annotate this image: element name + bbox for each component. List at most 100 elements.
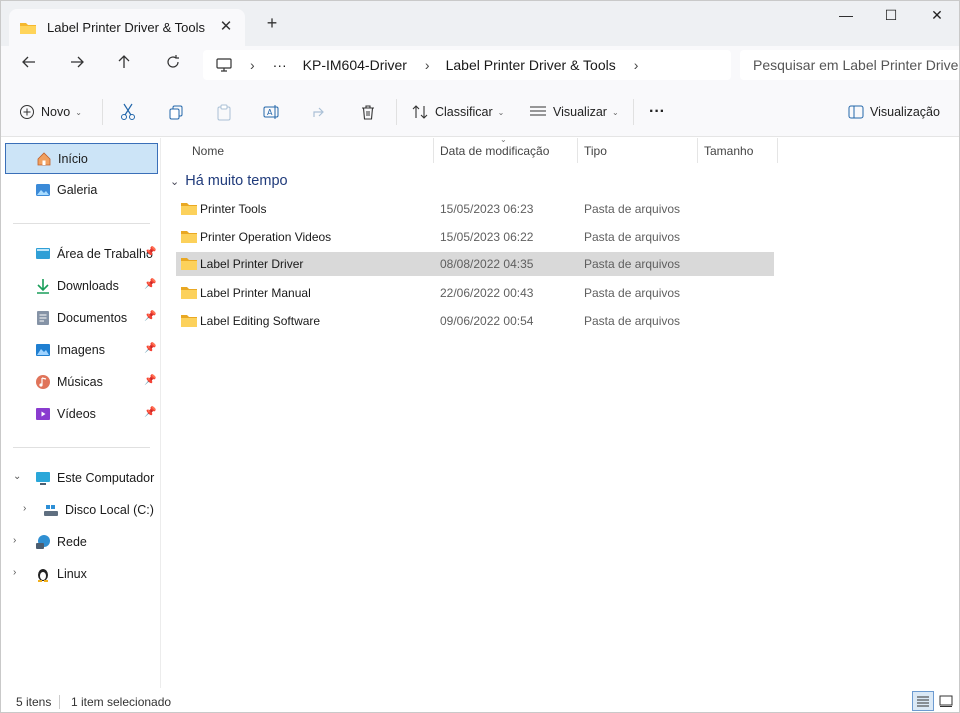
nav-item-galeria[interactable]: Galeria xyxy=(5,175,158,206)
column-header-name[interactable]: Nome xyxy=(192,138,224,163)
tiles-view-button[interactable] xyxy=(935,691,957,711)
column-header-date[interactable]: Data de modificação xyxy=(440,138,549,163)
file-type: Pasta de arquivos xyxy=(584,230,681,244)
view-button[interactable]: Visualizar ⌄ xyxy=(529,101,619,123)
view-label: Visualizar xyxy=(553,105,607,119)
desktop-icon xyxy=(36,248,50,259)
column-header-type[interactable]: Tipo xyxy=(584,138,607,163)
file-date: 08/08/2022 04:35 xyxy=(440,257,534,271)
nav-item-linux[interactable]: › Linux xyxy=(5,559,158,590)
nav-item-inicio[interactable]: Início xyxy=(5,143,158,174)
gallery-icon xyxy=(36,184,50,196)
more-options-button[interactable]: ··· xyxy=(649,101,665,123)
group-header[interactable]: ⌄ Há muito tempo xyxy=(170,173,288,189)
sidebar-divider xyxy=(13,447,150,448)
breadcrumb-item[interactable]: KP-IM604-Driver xyxy=(303,57,407,73)
computer-icon xyxy=(36,472,50,485)
forward-button[interactable] xyxy=(64,54,90,76)
file-row[interactable]: Printer Tools 15/05/2023 06:23 Pasta de … xyxy=(176,197,774,221)
nav-item-imagens[interactable]: Imagens 📌 xyxy=(5,335,158,366)
column-divider[interactable] xyxy=(577,138,578,163)
nav-item-videos[interactable]: Vídeos 📌 xyxy=(5,399,158,430)
nav-item-rede[interactable]: › Rede xyxy=(5,527,158,558)
file-type: Pasta de arquivos xyxy=(584,257,681,271)
home-icon xyxy=(37,152,51,166)
chevron-down-icon[interactable]: ⌄ xyxy=(13,471,21,482)
file-row[interactable]: Printer Operation Videos 15/05/2023 06:2… xyxy=(176,225,774,249)
column-divider[interactable] xyxy=(433,138,434,163)
file-name: Label Printer Manual xyxy=(200,286,311,300)
selected-count: 1 item selecionado xyxy=(71,695,172,709)
nav-item-este-computador[interactable]: ⌄ Este Computador xyxy=(5,463,158,494)
pin-icon[interactable]: 📌 xyxy=(144,343,156,354)
linux-icon xyxy=(38,569,48,582)
tiles-view-icon xyxy=(939,695,953,707)
close-window-button[interactable]: ✕ xyxy=(914,7,959,27)
maximize-button[interactable]: ☐ xyxy=(868,7,914,27)
nav-label: Este Computador xyxy=(57,471,155,485)
column-divider[interactable] xyxy=(697,138,698,163)
pin-icon[interactable]: 📌 xyxy=(144,407,156,418)
pictures-icon xyxy=(36,344,50,356)
nav-item-musicas[interactable]: Músicas 📌 xyxy=(5,367,158,398)
videos-icon xyxy=(36,408,50,420)
cut-button[interactable] xyxy=(120,101,136,123)
command-bar: Novo ⌄ A Classificar ⌄ Visualizar ⌄ ··· … xyxy=(1,87,959,137)
rename-button[interactable]: A xyxy=(263,101,281,123)
chevron-right-icon[interactable]: › xyxy=(13,567,16,578)
sort-icon xyxy=(412,105,428,119)
nav-item-documentos[interactable]: Documentos 📌 xyxy=(5,303,158,334)
column-divider[interactable] xyxy=(777,138,778,163)
nav-item-downloads[interactable]: Downloads 📌 xyxy=(5,271,158,302)
paste-button[interactable] xyxy=(216,101,232,123)
file-date: 15/05/2023 06:23 xyxy=(440,202,534,216)
sort-label: Classificar xyxy=(435,105,493,119)
nav-label: Área de Trabalho xyxy=(57,247,153,261)
preview-pane-button[interactable]: Visualização xyxy=(848,101,940,123)
tab-active[interactable]: Label Printer Driver & Tools ✕ xyxy=(9,9,245,46)
file-row[interactable]: Label Editing Software 09/06/2022 00:54 … xyxy=(176,309,774,333)
new-label: Novo xyxy=(41,105,71,119)
copy-icon xyxy=(169,105,183,120)
back-button[interactable] xyxy=(16,54,42,76)
file-row-selected[interactable]: Label Printer Driver 08/08/2022 04:35 Pa… xyxy=(176,252,774,276)
pin-icon[interactable]: 📌 xyxy=(144,375,156,386)
close-tab-icon[interactable]: ✕ xyxy=(217,17,235,35)
trash-icon xyxy=(362,104,374,120)
file-date: 09/06/2022 00:54 xyxy=(440,314,534,328)
chevron-right-icon[interactable]: › xyxy=(634,57,639,73)
item-count: 5 itens xyxy=(16,695,52,709)
chevron-right-icon[interactable]: › xyxy=(13,535,16,546)
breadcrumb-overflow[interactable]: ··· xyxy=(273,57,287,73)
nav-item-desktop[interactable]: Área de Trabalho 📌 xyxy=(5,239,158,270)
pin-icon[interactable]: 📌 xyxy=(144,311,156,322)
delete-button[interactable] xyxy=(360,101,376,123)
details-view-button[interactable] xyxy=(912,691,934,711)
new-button[interactable]: Novo ⌄ xyxy=(19,101,82,123)
title-bar: Label Printer Driver & Tools ✕ + — ☐ ✕ xyxy=(1,1,959,46)
new-tab-button[interactable]: + xyxy=(263,13,281,34)
search-input[interactable]: Pesquisar em Label Printer Driver xyxy=(740,50,959,80)
arrow-right-icon xyxy=(71,56,84,68)
column-header-size[interactable]: Tamanho xyxy=(704,138,753,163)
drive-icon xyxy=(44,505,58,516)
share-button[interactable] xyxy=(312,101,328,123)
chevron-down-icon: ⌄ xyxy=(75,107,82,117)
pin-icon[interactable]: 📌 xyxy=(144,247,156,258)
copy-button[interactable] xyxy=(168,101,184,123)
nav-label: Downloads xyxy=(57,279,119,293)
file-row[interactable]: Label Printer Manual 22/06/2022 00:43 Pa… xyxy=(176,281,774,305)
pin-icon[interactable]: 📌 xyxy=(144,279,156,290)
network-icon xyxy=(36,535,50,549)
up-button[interactable] xyxy=(111,54,137,76)
nav-label: Início xyxy=(58,152,88,166)
address-bar[interactable]: › ··· KP-IM604-Driver › Label Printer Dr… xyxy=(203,50,731,80)
minimize-button[interactable]: — xyxy=(823,7,869,27)
sort-button[interactable]: Classificar ⌄ xyxy=(411,101,504,123)
group-title: Há muito tempo xyxy=(185,173,288,189)
refresh-button[interactable] xyxy=(160,54,186,76)
chevron-right-icon[interactable]: › xyxy=(23,503,26,514)
nav-label: Imagens xyxy=(57,343,105,357)
breadcrumb-item-current[interactable]: Label Printer Driver & Tools xyxy=(446,57,616,73)
nav-item-disco-local[interactable]: › Disco Local (C:) xyxy=(5,495,158,526)
